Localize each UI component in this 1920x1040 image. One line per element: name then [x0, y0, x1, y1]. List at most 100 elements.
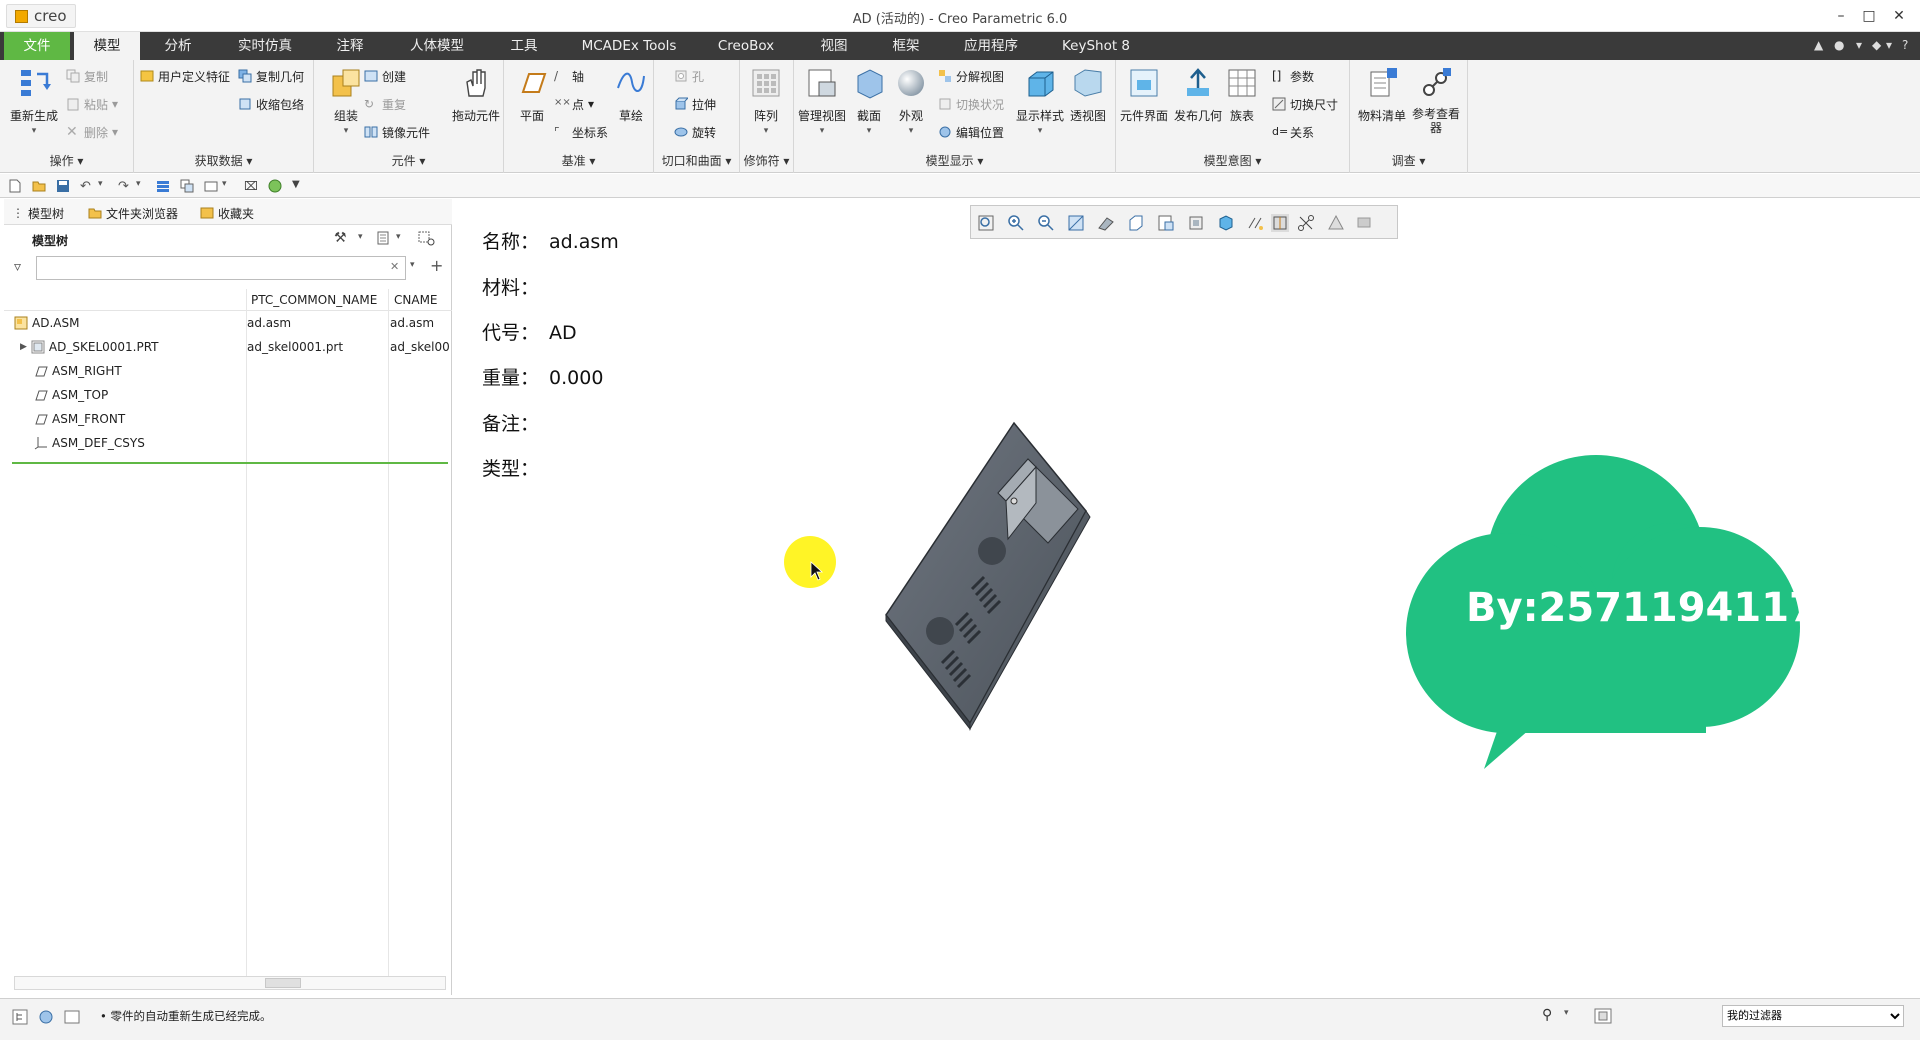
find-icon[interactable]: ⚲	[1542, 1007, 1552, 1023]
group-datum-label[interactable]: 基准 ▾	[504, 152, 653, 169]
section-dropdown-icon[interactable]: ▾	[846, 126, 892, 136]
add-column-icon[interactable]: +	[430, 256, 443, 275]
tree-row-asm-right[interactable]: ASM_RIGHT	[4, 359, 452, 383]
learning-icon[interactable]: ◆	[1872, 38, 1881, 52]
switch-window-icon[interactable]	[204, 179, 218, 193]
new-file-icon[interactable]	[8, 179, 22, 193]
globe-icon[interactable]	[268, 179, 282, 193]
learning-dropdown-icon[interactable]: ▾	[1886, 38, 1892, 52]
regenerate-button[interactable]: 重新生成 ▾	[6, 64, 62, 136]
repaint-icon[interactable]	[1067, 214, 1085, 232]
tab-model[interactable]: 模型	[74, 32, 140, 60]
tab-view[interactable]: 视图	[806, 32, 862, 60]
tab-manikin[interactable]: 人体模型	[400, 32, 474, 60]
display-style-dropdown-icon[interactable]: ▾	[1012, 126, 1068, 136]
switch-window-dropdown-icon[interactable]: ▾	[222, 179, 236, 193]
triangle-select-icon[interactable]	[1327, 214, 1345, 232]
show-icon[interactable]	[376, 231, 390, 245]
navigator-toggle-icon[interactable]	[12, 1009, 28, 1025]
refit-icon[interactable]	[977, 214, 995, 232]
spin-center-icon[interactable]	[1271, 214, 1289, 232]
zoom-in-icon[interactable]	[1007, 214, 1025, 232]
undo-dropdown-icon[interactable]: ▾	[98, 179, 112, 193]
udf-button[interactable]: 用户定义特征	[140, 66, 230, 86]
shrinkwrap-button[interactable]: 收缩包络	[238, 94, 304, 114]
flag-icon[interactable]	[1355, 214, 1373, 232]
extrude-button[interactable]: 拉伸	[674, 94, 716, 114]
graphics-window[interactable]: 名称： ad.asm 材料： 代号： AD 重量： 0.000 备注： 类型：	[456, 199, 1916, 995]
group-operations-label[interactable]: 操作 ▾	[0, 152, 133, 169]
selection-buffer-icon[interactable]	[1594, 1008, 1612, 1024]
tab-analysis[interactable]: 分析	[150, 32, 206, 60]
help-icon[interactable]: ?	[1902, 38, 1908, 52]
tree-filter-settings-icon[interactable]	[418, 231, 436, 247]
tree-row-asm-def-csys[interactable]: ASM_DEF_CSYS	[4, 431, 452, 455]
reference-viewer-button[interactable]: 参考查看器	[1408, 64, 1464, 135]
appearance-button[interactable]: 外观 ▾	[888, 64, 934, 136]
minimize-button[interactable]: –	[1830, 6, 1852, 26]
tab-tools[interactable]: 工具	[496, 32, 552, 60]
copy-geometry-button[interactable]: 复制几何	[238, 66, 304, 86]
delete-button[interactable]: ✕ 删除 ▾	[66, 122, 118, 142]
browser-toggle-icon[interactable]	[38, 1009, 54, 1025]
clear-search-icon[interactable]: ✕	[390, 260, 399, 273]
group-model-intent-label[interactable]: 模型意图 ▾	[1116, 152, 1349, 169]
redo-icon[interactable]: ↷	[118, 179, 132, 194]
close-window-icon[interactable]: ⌧	[244, 179, 258, 193]
tab-live-simulation[interactable]: 实时仿真	[228, 32, 302, 60]
user-icon[interactable]: ●	[1834, 38, 1844, 52]
component-interface-button[interactable]: 元件界面	[1116, 64, 1172, 124]
customize-qat-dropdown-icon[interactable]: ▼	[292, 179, 306, 193]
group-component-label[interactable]: 元件 ▾	[314, 152, 503, 169]
maximize-button[interactable]: □	[1858, 6, 1880, 26]
family-table-button[interactable]: 族表	[1220, 64, 1264, 124]
section-button[interactable]: 截面 ▾	[846, 64, 892, 136]
plane-button[interactable]: 平面	[504, 64, 560, 124]
tab-file[interactable]: 文件	[4, 32, 70, 60]
perspective-button[interactable]: 透视图	[1060, 64, 1116, 124]
paste-button[interactable]: 粘贴 ▾	[66, 94, 118, 114]
pattern-dropdown-icon[interactable]: ▾	[740, 126, 792, 136]
group-cut-surface-label[interactable]: 切口和曲面 ▾	[654, 152, 739, 169]
redo-dropdown-icon[interactable]: ▾	[136, 179, 150, 193]
expand-arrow-icon[interactable]: ▶	[20, 342, 27, 352]
manage-views-button[interactable]: 管理视图 ▾	[794, 64, 850, 136]
horizontal-scrollbar[interactable]	[14, 976, 446, 990]
annotation-display-icon[interactable]	[1217, 214, 1235, 232]
tab-keyshot[interactable]: KeyShot 8	[1052, 32, 1140, 60]
group-investigate-label[interactable]: 调查 ▾	[1350, 152, 1467, 169]
axis-button[interactable]: / 轴	[554, 66, 584, 86]
parameters-button[interactable]: [] 参数	[1272, 66, 1314, 86]
scrollbar-thumb[interactable]	[265, 978, 301, 988]
mirror-component-button[interactable]: 镜像元件	[364, 122, 430, 142]
tab-framework[interactable]: 框架	[878, 32, 934, 60]
selection-filter-select[interactable]: 我的过滤器	[1722, 1005, 1904, 1027]
edit-position-button[interactable]: 编辑位置	[938, 122, 1004, 142]
tree-row-asm-top[interactable]: ASM_TOP	[4, 383, 452, 407]
show-dropdown-icon[interactable]: ▾	[396, 232, 401, 242]
manage-views-dropdown-icon[interactable]: ▾	[794, 126, 850, 136]
tree-row-asm-front[interactable]: ASM_FRONT	[4, 407, 452, 431]
tree-row-ad-asm[interactable]: AD.ASM ad.asm ad.asm	[4, 311, 452, 335]
csys-button[interactable]: ⌜ 坐标系	[554, 122, 608, 142]
regenerate-dropdown-icon[interactable]: ▾	[6, 126, 62, 136]
assembly-3d-model[interactable]	[880, 419, 1120, 739]
group-get-data-label[interactable]: 获取数据 ▾	[134, 152, 313, 169]
drag-components-button[interactable]: 拖动元件	[448, 64, 504, 124]
tree-row-ad-skel0001[interactable]: ▶ AD_SKEL0001.PRT ad_skel0001.prt ad_ske…	[4, 335, 452, 359]
regenerate-quick-icon[interactable]	[156, 179, 170, 193]
point-button[interactable]: ×× 点 ▾	[554, 94, 594, 114]
column-header-cname[interactable]: CNAME	[394, 293, 438, 307]
open-folder-icon[interactable]	[32, 179, 46, 193]
datum-display-filters-icon[interactable]	[1247, 214, 1265, 232]
delete-dropdown-icon[interactable]: ▾	[112, 125, 118, 139]
repeat-button[interactable]: ↻ 重复	[364, 94, 406, 114]
appearance-dropdown-icon[interactable]: ▾	[888, 126, 934, 136]
create-component-button[interactable]: 创建	[364, 66, 406, 86]
tab-model-tree[interactable]: ⋮ 模型树	[12, 203, 64, 223]
copy-button[interactable]: 复制	[66, 66, 108, 86]
switch-dimensions-button[interactable]: 切换尺寸	[1272, 94, 1338, 114]
group-modifiers-label[interactable]: 修饰符 ▾	[740, 152, 793, 169]
tree-search-input[interactable]	[36, 256, 406, 280]
saved-orientations-icon[interactable]	[1127, 214, 1145, 232]
